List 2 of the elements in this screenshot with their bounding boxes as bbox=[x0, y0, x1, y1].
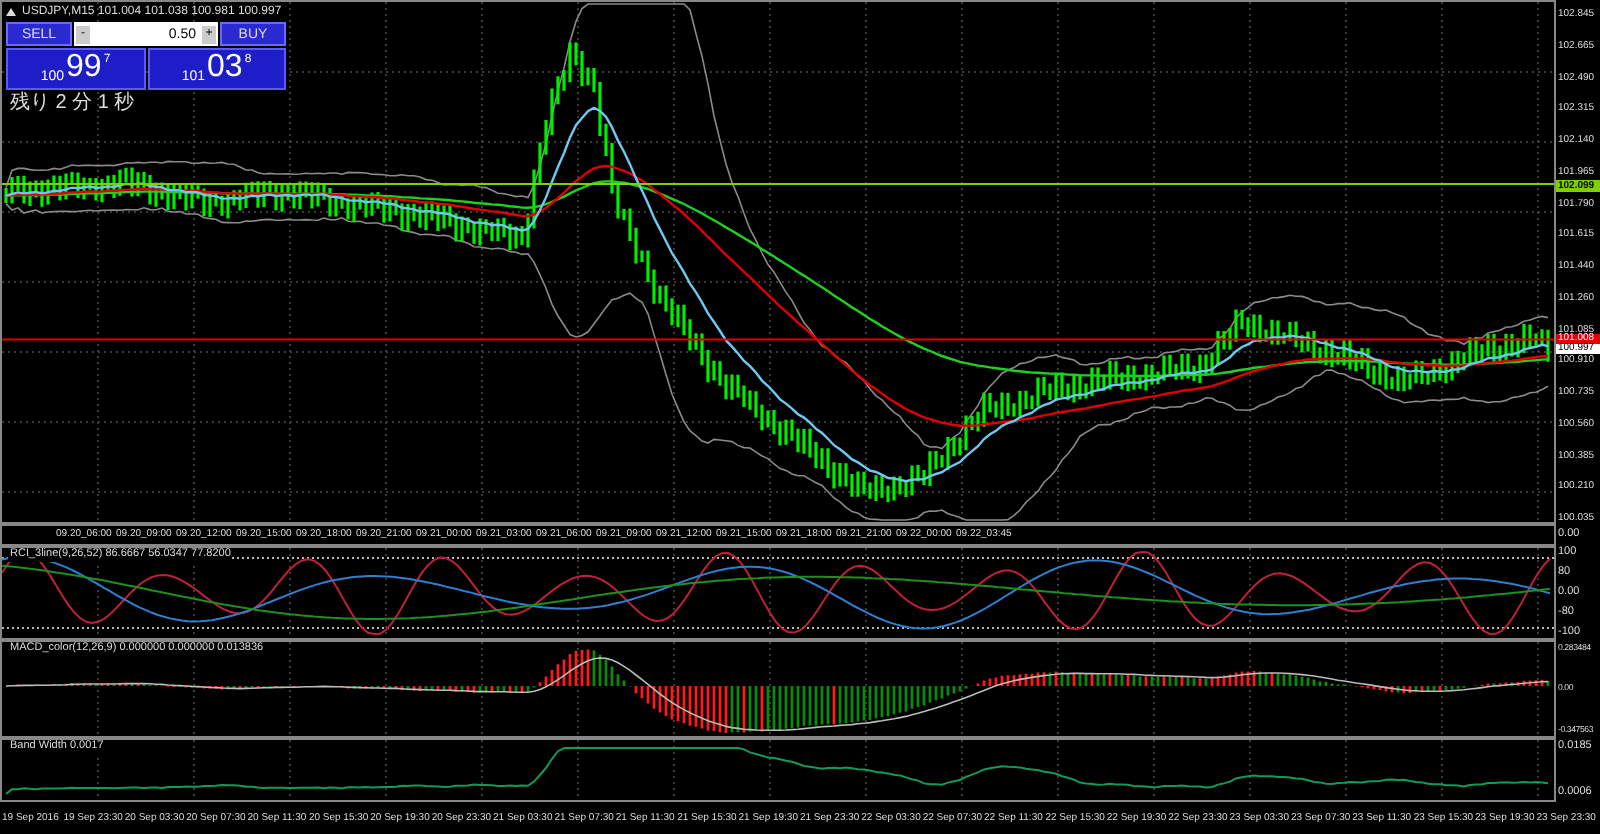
countdown-text: 残り 2 分 1 秒 bbox=[10, 94, 135, 114]
triangle-icon[interactable] bbox=[6, 7, 16, 15]
